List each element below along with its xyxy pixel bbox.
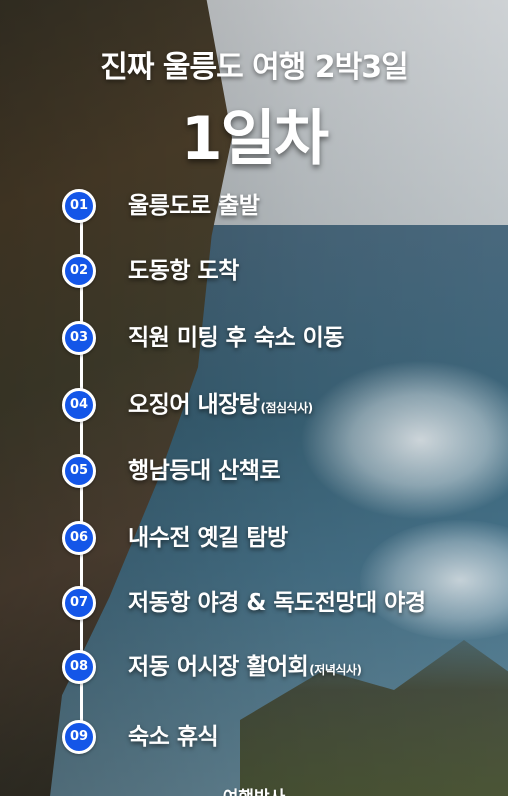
step-label-text: 오징어 내장탕 [128, 392, 260, 418]
step-label-text: 저동항 야경 & 독도전망대 야경 [128, 590, 426, 616]
timeline-step: 07 저동항 야경 & 독도전망대 야경 [0, 584, 508, 624]
step-number-badge: 02 [62, 254, 96, 288]
step-label-text: 직원 미팅 후 숙소 이동 [128, 325, 344, 351]
poster-title: 1일차 [180, 104, 329, 174]
brand-footer: 여행박사 [0, 783, 508, 796]
step-label: 직원 미팅 후 숙소 이동 [128, 321, 345, 358]
step-label-text: 울릉도로 출발 [128, 193, 260, 219]
step-number-badge: 01 [62, 189, 96, 223]
timeline-step: 08 저동 어시장 활어회(저녁식사) [0, 648, 508, 688]
step-number-badge: 05 [62, 454, 96, 488]
step-label-text: 행남등대 산책로 [128, 458, 281, 484]
step-label-text: 저동 어시장 활어회 [128, 654, 309, 680]
step-label: 저동 어시장 활어회(저녁식사) [128, 650, 362, 687]
step-label: 행남등대 산책로 [128, 454, 281, 491]
timeline-step: 06 내수전 옛길 탐방 [0, 519, 508, 559]
timeline-step: 09 숙소 휴식 [0, 718, 508, 758]
step-number-badge: 03 [62, 321, 96, 355]
poster-subtitle: 진짜 울릉도 여행 2박3일 [100, 50, 408, 85]
timeline-step: 03 직원 미팅 후 숙소 이동 [0, 319, 508, 359]
step-label-text: 숙소 휴식 [128, 724, 219, 750]
step-number-badge: 08 [62, 650, 96, 684]
timeline-step: 01 울릉도로 출발 [0, 187, 508, 227]
timeline-step: 05 행남등대 산책로 [0, 452, 508, 492]
step-label: 저동항 야경 & 독도전망대 야경 [128, 586, 427, 623]
step-number-badge: 07 [62, 586, 96, 620]
itinerary-poster: 진짜 울릉도 여행 2박3일 1일차 01 울릉도로 출발 02 도동항 도착 … [0, 0, 508, 796]
timeline-step: 04 오징어 내장탕(점심식사) [0, 386, 508, 426]
step-number-badge: 06 [62, 521, 96, 555]
step-note: (저녁식사) [309, 663, 362, 677]
step-label: 내수전 옛길 탐방 [128, 521, 289, 558]
poster-header: 진짜 울릉도 여행 2박3일 1일차 [0, 42, 508, 177]
step-label: 도동항 도착 [128, 254, 240, 291]
step-label: 숙소 휴식 [128, 720, 219, 757]
step-label: 오징어 내장탕(점심식사) [128, 388, 313, 425]
step-label: 울릉도로 출발 [128, 189, 260, 226]
step-label-text: 내수전 옛길 탐방 [128, 525, 288, 551]
step-number-badge: 09 [62, 720, 96, 754]
step-label-text: 도동항 도착 [128, 258, 239, 284]
step-number-badge: 04 [62, 388, 96, 422]
step-note: (점심식사) [260, 401, 313, 415]
timeline-step: 02 도동항 도착 [0, 252, 508, 292]
